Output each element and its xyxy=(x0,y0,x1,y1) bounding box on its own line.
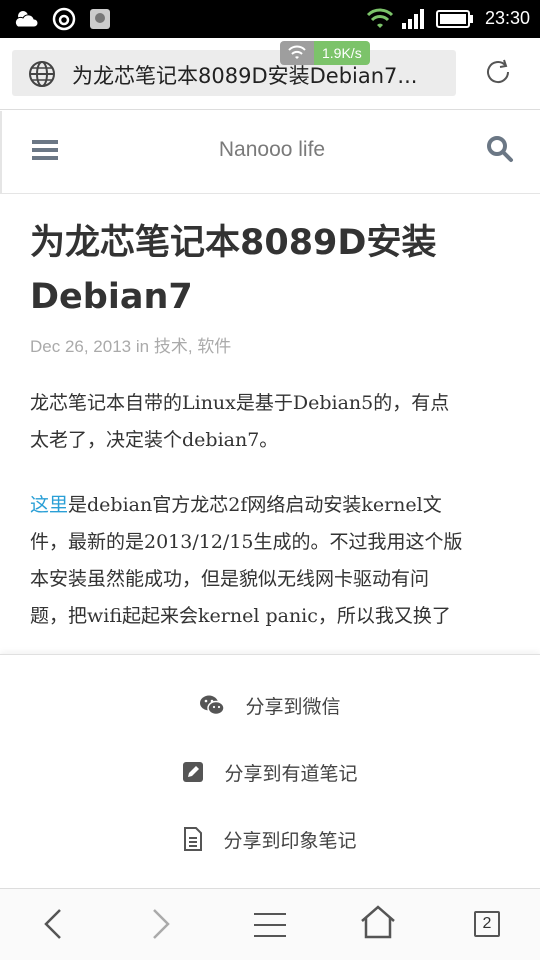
article-meta: Dec 26, 2013 in 技术, 软件 xyxy=(30,332,510,357)
site-header: Nanooo life xyxy=(0,111,540,194)
paragraph: 这里是debian官方龙芯2f网络启动安装kernel文 件，最新的是2013/… xyxy=(30,487,510,635)
netease-icon xyxy=(52,7,76,35)
share-sheet: 分享到微信 分享到有道笔记 分享到印象笔记 xyxy=(0,654,540,888)
browser-url-bar: 为龙芯笔记本8089D安装Debian7... 1.9K/s xyxy=(0,38,540,110)
network-speed-badge: 1.9K/s xyxy=(280,41,370,65)
back-icon[interactable] xyxy=(42,907,64,945)
category-link[interactable]: 技术 xyxy=(154,337,188,356)
wifi-icon xyxy=(280,41,314,65)
category-link[interactable]: 软件 xyxy=(197,337,231,356)
status-bar: 23:30 xyxy=(0,0,540,38)
share-label: 分享到有道笔记 xyxy=(224,762,358,785)
share-label: 分享到微信 xyxy=(245,695,341,718)
share-evernote-button[interactable]: 分享到印象笔记 xyxy=(0,814,540,864)
clock: 23:30 xyxy=(484,8,530,28)
in-word: in xyxy=(135,337,150,356)
text-span: 是debian官方龙芯2f网络启动安装kernel文 xyxy=(68,494,442,516)
here-link[interactable]: 这里 xyxy=(30,494,68,516)
browser-bottom-bar: 2 xyxy=(0,888,540,960)
article-title-line1: 为龙芯笔记本8089D安装 xyxy=(30,223,437,263)
post-date: Dec 26, 2013 xyxy=(30,337,132,356)
text-line: 太老了，决定装个debian7。 xyxy=(30,429,279,451)
page-title-in-url: 为龙芯笔记本8089D安装Debian7... xyxy=(72,64,418,88)
weather-icon xyxy=(14,7,40,35)
article: 为龙芯笔记本8089D安装 Debian7 Dec 26, 2013 in 技术… xyxy=(30,216,510,635)
paragraph: 龙芯笔记本自带的Linux是基于Debian5的，有点 太老了，决定装个debi… xyxy=(30,385,510,459)
signal-icon xyxy=(402,9,426,33)
globe-icon xyxy=(28,60,56,92)
speed-value: 1.9K/s xyxy=(314,41,370,65)
edit-note-icon xyxy=(182,761,204,783)
address-field[interactable]: 为龙芯笔记本8089D安装Debian7... xyxy=(12,50,456,96)
document-icon xyxy=(183,827,203,851)
text-line: 题，把wifi起起来会kernel panic，所以我又换了 xyxy=(30,605,451,627)
app-icon xyxy=(88,7,112,35)
refresh-icon[interactable] xyxy=(482,56,514,92)
share-label: 分享到印象笔记 xyxy=(223,829,357,852)
forward-icon[interactable] xyxy=(150,907,172,945)
article-title: 为龙芯笔记本8089D安装 Debian7 xyxy=(30,216,510,324)
text-line: 本安装虽然能成功，但是貌似无线网卡驱动有问 xyxy=(30,568,430,590)
search-icon[interactable] xyxy=(486,135,514,167)
site-title[interactable]: Nanooo life xyxy=(2,138,540,162)
share-wechat-button[interactable]: 分享到微信 xyxy=(0,680,540,730)
tab-count-button[interactable]: 2 xyxy=(474,911,500,937)
share-youdao-button[interactable]: 分享到有道笔记 xyxy=(0,747,540,797)
menu-icon[interactable] xyxy=(254,911,286,943)
text-line: 龙芯笔记本自带的Linux是基于Debian5的，有点 xyxy=(30,392,450,414)
separator: , xyxy=(187,337,193,356)
text-line: 这里是debian官方龙芯2f网络启动安装kernel文 xyxy=(30,487,510,524)
text-line: 件，最新的是2013/12/15生成的。不过我用这个版 xyxy=(30,531,463,553)
article-title-line2: Debian7 xyxy=(30,277,193,317)
battery-icon xyxy=(436,10,474,32)
wifi-icon xyxy=(366,8,394,34)
home-icon[interactable] xyxy=(360,905,396,943)
wechat-icon xyxy=(199,694,226,716)
